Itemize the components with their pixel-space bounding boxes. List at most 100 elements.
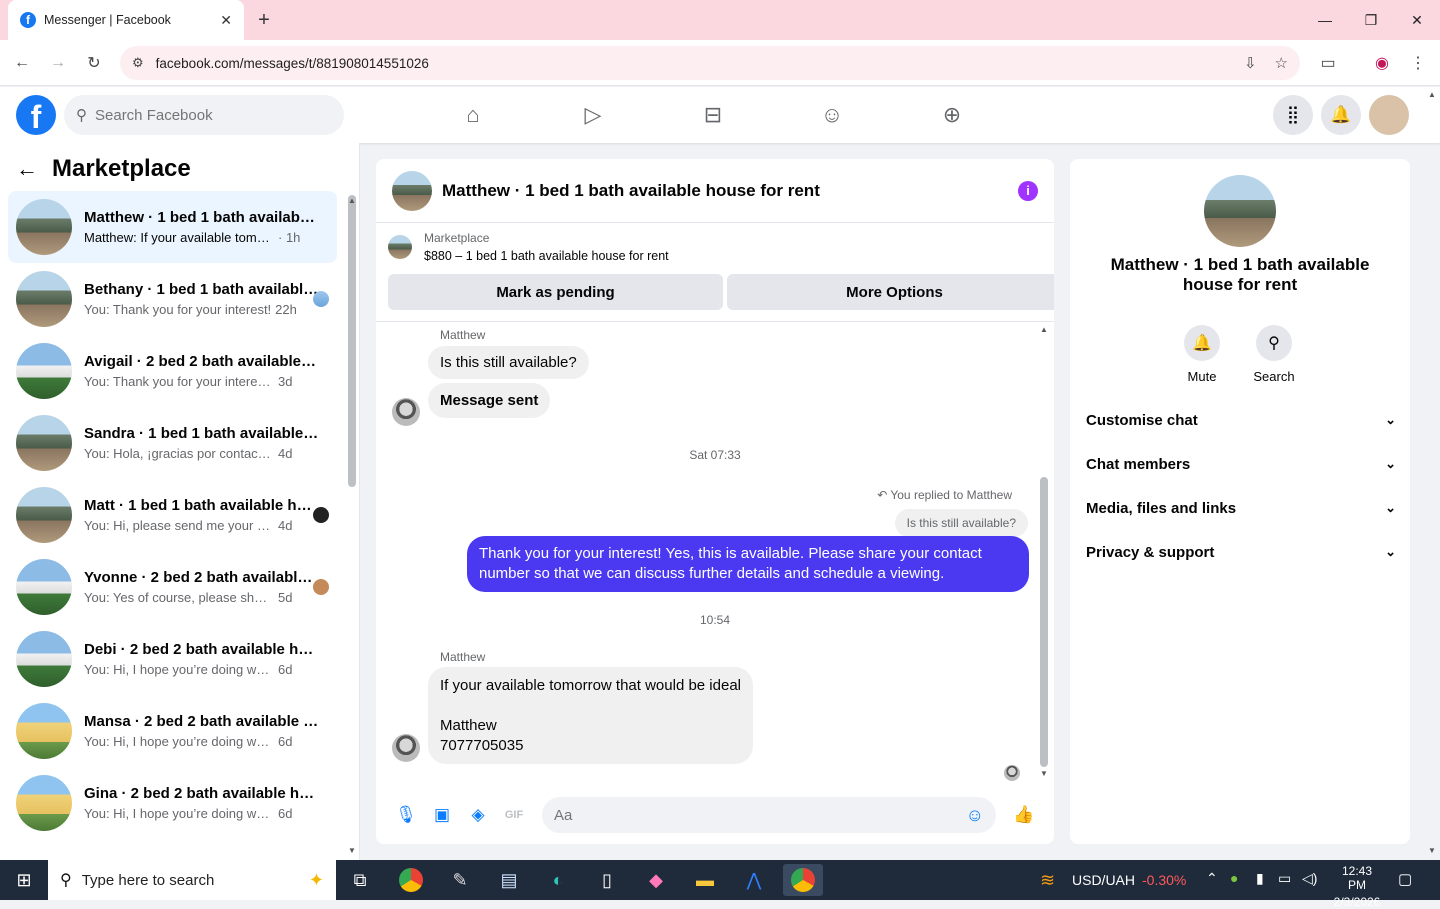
stock-icon[interactable]: ≋ <box>1040 870 1055 891</box>
conversation-item[interactable]: Yvonne · 2 bed 2 bath available house fo… <box>8 551 337 623</box>
message-bubble-incoming[interactable]: Message sent <box>428 383 551 418</box>
conversation-name: Matthew · 1 bed 1 bath available house f… <box>84 209 319 226</box>
marketplace-icon[interactable]: ⊟ <box>657 87 769 143</box>
attach-image-icon[interactable]: ▣ <box>424 797 460 833</box>
install-app-icon[interactable]: ⇩ <box>1244 54 1257 72</box>
volume-icon[interactable]: ◁) <box>1302 870 1317 887</box>
chrome-icon[interactable] <box>391 864 431 896</box>
message-input-wrapper[interactable]: ☺ <box>542 797 996 833</box>
minimize-icon[interactable]: — <box>1302 8 1348 32</box>
marketplace-listing[interactable]: Marketplace $880 – 1 bed 1 bath availabl… <box>388 231 669 263</box>
image-viewer-icon[interactable]: ▤ <box>489 864 529 896</box>
conversation-item[interactable]: Matt · 1 bed 1 bath available house for … <box>8 479 337 551</box>
section-media-files-links[interactable]: Media, files and links ⌄ <box>1086 496 1396 520</box>
like-thumbs-up-icon[interactable]: 👍 <box>1006 797 1042 833</box>
message-bubble-outgoing[interactable]: Thank you for your interest! Yes, this i… <box>467 536 1029 592</box>
chat-title[interactable]: Matthew · 1 bed 1 bath available house f… <box>442 181 1018 201</box>
conversation-item[interactable]: Sandra · 1 bed 1 bath available house fo… <box>8 407 337 479</box>
sender-avatar[interactable] <box>392 734 420 762</box>
emoji-icon[interactable]: ☺ <box>966 805 984 826</box>
mark-as-pending-button[interactable]: Mark as pending <box>388 274 723 310</box>
notifications-bell-icon[interactable]: 🔔 <box>1321 95 1361 135</box>
quoted-message[interactable]: Is this still available? <box>894 509 1028 537</box>
page-scroll-down-icon[interactable]: ▼ <box>1428 846 1436 855</box>
conversation-item[interactable]: Avigail · 2 bed 2 bath available house f… <box>8 335 337 407</box>
conversation-preview: You: Thank you for your interest! Yes, t… <box>84 374 274 389</box>
menu-dots-icon[interactable]: ⋮ <box>1406 52 1430 74</box>
section-privacy-support[interactable]: Privacy & support ⌄ <box>1086 540 1396 564</box>
chevron-down-icon: ⌄ <box>1385 544 1396 559</box>
more-options-button[interactable]: More Options <box>727 274 1054 310</box>
home-icon[interactable]: ⌂ <box>417 87 529 143</box>
mute-button[interactable]: 🔔 Mute <box>1172 325 1232 384</box>
ticker-change[interactable]: -0.30% <box>1142 872 1186 888</box>
message-bubble-incoming[interactable]: Is this still available? <box>428 346 589 379</box>
incoming-text-line: 7077705035 <box>440 737 524 754</box>
groups-icon[interactable]: ☺ <box>776 87 888 143</box>
browser-tab[interactable]: f Messenger | Facebook ✕ <box>8 0 244 40</box>
restore-icon[interactable]: ❐ <box>1348 8 1394 32</box>
copilot-icon[interactable]: ◆ <box>636 864 676 896</box>
message-input[interactable] <box>554 806 966 824</box>
facebook-search[interactable]: ⚲ <box>64 95 344 135</box>
edge-icon[interactable]: ◐ <box>538 864 578 896</box>
facebook-logo-icon[interactable]: f <box>16 95 56 135</box>
network-icon[interactable]: ▭ <box>1278 870 1291 887</box>
conversation-item[interactable]: Gina · 2 bed 2 bath available house for … <box>8 767 337 839</box>
close-window-icon[interactable]: ✕ <box>1394 8 1440 32</box>
tray-app-icon[interactable]: ● <box>1230 870 1238 886</box>
back-arrow-icon[interactable]: ← <box>16 156 38 182</box>
chat-avatar[interactable] <box>392 170 432 211</box>
info-icon[interactable]: i <box>1018 180 1038 201</box>
conversation-item[interactable]: Debi · 2 bed 2 bath available house for … <box>8 623 337 695</box>
conversation-item[interactable]: Matthew · 1 bed 1 bath available house f… <box>8 191 337 263</box>
conversation-item[interactable]: Bethany · 1 bed 1 bath available house f… <box>8 263 337 335</box>
gif-icon[interactable]: GIF <box>496 797 532 833</box>
contact-avatar[interactable] <box>1204 175 1276 247</box>
section-chat-members[interactable]: Chat members ⌄ <box>1086 452 1396 476</box>
reload-icon[interactable]: ↻ <box>82 52 106 74</box>
task-view-icon[interactable]: ⧉ <box>340 864 380 896</box>
battery-icon[interactable]: ▮ <box>1256 870 1264 887</box>
notifications-icon[interactable]: ▢ <box>1398 870 1412 888</box>
paint-app-icon[interactable]: ✎ <box>440 864 480 896</box>
bookmark-star-icon[interactable]: ☆ <box>1275 54 1288 72</box>
chrome-active-icon[interactable] <box>783 864 823 896</box>
menu-grid-icon[interactable]: ⣿ <box>1273 95 1313 135</box>
sender-avatar[interactable] <box>392 398 420 426</box>
chat-scrollbar[interactable] <box>1040 477 1048 767</box>
file-explorer-icon[interactable]: ▬ <box>685 864 725 896</box>
scroll-down-icon[interactable]: ▼ <box>1040 769 1048 778</box>
sticker-icon[interactable]: ◈ <box>460 797 496 833</box>
profile-icon[interactable]: ◉ <box>1370 52 1394 74</box>
new-tab-icon[interactable]: + <box>252 8 276 32</box>
page-scroll-up-icon[interactable]: ▲ <box>1428 90 1436 99</box>
scroll-down-icon[interactable]: ▼ <box>348 846 356 855</box>
notepad-icon[interactable]: ▯ <box>587 864 627 896</box>
video-icon[interactable]: ▷ <box>537 87 649 143</box>
app-icon[interactable]: ⋀ <box>734 864 774 896</box>
tray-overflow-icon[interactable]: ⌃ <box>1206 870 1218 887</box>
facebook-search-input[interactable] <box>95 106 315 124</box>
section-customise-chat[interactable]: Customise chat ⌄ <box>1086 408 1396 432</box>
cast-icon[interactable]: ▭ <box>1316 52 1340 74</box>
back-arrow-icon[interactable]: ← <box>10 52 34 74</box>
gaming-icon[interactable]: ⊕ <box>896 87 1008 143</box>
url-text[interactable]: facebook.com/messages/t/881908014551026 <box>156 56 1226 71</box>
site-info-icon[interactable]: ⚙ <box>132 55 144 71</box>
address-bar[interactable]: ⚙ facebook.com/messages/t/88190801455102… <box>120 46 1300 80</box>
clock[interactable]: 12:43 PM 2/3/2026 <box>1332 864 1382 909</box>
microphone-icon[interactable]: 🎙 <box>388 797 424 833</box>
taskbar-search[interactable]: ⚲ Type here to search ✦ <box>48 860 336 900</box>
scroll-up-icon[interactable]: ▲ <box>348 196 356 205</box>
forward-arrow-icon[interactable]: → <box>46 52 70 74</box>
left-scrollbar[interactable] <box>348 195 356 487</box>
windows-start-icon[interactable]: ⊞ <box>0 860 48 900</box>
close-tab-icon[interactable]: ✕ <box>220 12 232 29</box>
conversation-item[interactable]: Mansa · 2 bed 2 bath available house for… <box>8 695 337 767</box>
search-button[interactable]: ⚲ Search <box>1244 325 1304 384</box>
message-bubble-incoming[interactable]: If your available tomorrow that would be… <box>428 667 753 764</box>
ticker-label[interactable]: USD/UAH <box>1072 872 1135 888</box>
scroll-up-icon[interactable]: ▲ <box>1040 325 1048 334</box>
account-avatar[interactable] <box>1369 95 1409 135</box>
